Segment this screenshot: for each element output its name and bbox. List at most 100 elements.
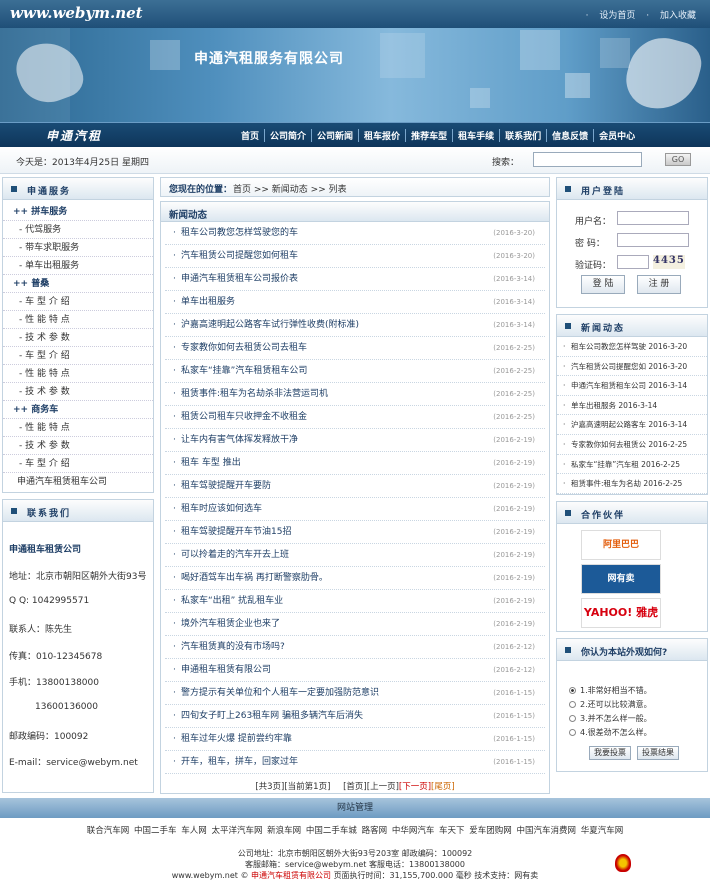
poll-option-4[interactable]: 4.很差劲不怎么样。: [569, 727, 652, 738]
page-last-link[interactable]: [尾页]: [431, 782, 455, 792]
search-input[interactable]: [533, 152, 642, 167]
friend-link[interactable]: 爱车团购网: [469, 826, 512, 836]
menu-item-specs[interactable]: - 技 术 参 数: [3, 437, 153, 455]
menu-item-driver[interactable]: - 代驾服务: [3, 221, 153, 239]
news-item[interactable]: · 租车过年火爆 提前尝约牢靠 (2016-1-15): [165, 728, 545, 751]
side-news-item[interactable]: · 专家教你如何去租赁公 2016-2-25: [557, 435, 707, 455]
friend-link[interactable]: 中国二手车: [134, 826, 177, 836]
webym-logo[interactable]: 网有卖 www.webym.net: [581, 564, 666, 612]
login-header: 用户登陆: [557, 178, 707, 200]
nav-member-center[interactable]: 会员中心: [594, 129, 640, 142]
menu-item-model-intro[interactable]: - 车 型 介 绍: [3, 347, 153, 365]
news-item[interactable]: · 租车 车型 推出 (2016-2-19): [165, 452, 545, 475]
menu-item-model-intro[interactable]: - 车 型 介 绍: [3, 455, 153, 473]
side-news-item[interactable]: · 私家车“挂靠”汽车租 2016-2-25: [557, 455, 707, 475]
news-item[interactable]: · 沪嘉高速明起公路客车试行弹性收费(附标准) (2016-3-14): [165, 314, 545, 337]
nav-rental-procedure[interactable]: 租车手续: [453, 129, 501, 142]
friend-link[interactable]: 联合汽车网: [87, 826, 130, 836]
news-item[interactable]: · 租车驾驶提醒开车要防 (2016-2-19): [165, 475, 545, 498]
friend-link[interactable]: 中国二手车城: [306, 826, 357, 836]
news-item[interactable]: · 租车时应该如何选车 (2016-2-19): [165, 498, 545, 521]
news-item[interactable]: · 租车驾驶提醒开车节油15招 (2016-2-19): [165, 521, 545, 544]
add-favorite-link[interactable]: · 加入收藏: [646, 11, 696, 21]
police-badge-icon[interactable]: [615, 854, 631, 872]
password-input[interactable]: [617, 233, 689, 247]
menu-item-single-car[interactable]: - 单车出租服务: [3, 257, 153, 275]
menu-item-performance[interactable]: - 性 能 特 点: [3, 365, 153, 383]
side-news-item[interactable]: · 租车公司教您怎样驾驶 2016-3-20: [557, 337, 707, 357]
side-news-item[interactable]: · 单车出租服务 2016-3-14: [557, 396, 707, 416]
friend-link[interactable]: 太平洋汽车网: [211, 826, 262, 836]
box-header-icon: [565, 510, 571, 516]
nav-rental-quote[interactable]: 租车报价: [359, 129, 407, 142]
news-item[interactable]: · 私家车“挂靠”汽车租赁租车公司 (2016-2-25): [165, 360, 545, 383]
radio-icon: [569, 701, 576, 708]
menu-item-company[interactable]: 申通汽车租赁租车公司: [3, 473, 153, 491]
breadcrumb-path[interactable]: 首页 >> 新闻动态 >> 列表: [233, 182, 347, 195]
vote-button[interactable]: 我要投票: [589, 746, 631, 760]
username-input[interactable]: [617, 211, 689, 225]
menu-cat-business[interactable]: ++ 商务车: [3, 401, 153, 419]
login-button[interactable]: 登 陆: [581, 275, 625, 294]
menu-item-specs[interactable]: - 技 术 参 数: [3, 329, 153, 347]
nav-contact[interactable]: 联系我们: [500, 129, 548, 142]
friend-link[interactable]: 中华网汽车: [392, 826, 435, 836]
side-news-item[interactable]: · 沪嘉高速明起公路客车 2016-3-14: [557, 415, 707, 435]
friend-link[interactable]: 中国汽车消费网: [516, 826, 576, 836]
nav-home[interactable]: 首页: [236, 129, 266, 142]
news-item[interactable]: · 租车公司教您怎样驾驶您的车 (2016-3-20): [165, 222, 545, 245]
side-news-item[interactable]: · 申通汽车租赁租车公司 2016-3-14: [557, 376, 707, 396]
news-item[interactable]: · 警方提示有关单位和个人租车一定要加强防范意识 (2016-1-15): [165, 682, 545, 705]
news-item[interactable]: · 租赁事件:租车为名劫杀非法营运司机 (2016-2-25): [165, 383, 545, 406]
friend-link[interactable]: 路客网: [362, 826, 388, 836]
alibaba-logo[interactable]: 阿里巴巴 Alibaba.com.cn: [581, 530, 661, 578]
menu-item-performance[interactable]: - 性 能 特 点: [3, 419, 153, 437]
news-item[interactable]: · 喝好酒驾车出车祸 再打断警察肋骨。 (2016-2-19): [165, 567, 545, 590]
news-item[interactable]: · 私家车“出租” 扰乱租车业 (2016-2-19): [165, 590, 545, 613]
nav-company-news[interactable]: 公司新闻: [312, 129, 360, 142]
news-item[interactable]: · 汽车租赁真的没有市场吗? (2016-2-12): [165, 636, 545, 659]
news-item[interactable]: · 汽车租赁公司提醒您如何租车 (2016-3-20): [165, 245, 545, 268]
news-item[interactable]: · 租赁公司租车只收押金不收租金 (2016-2-25): [165, 406, 545, 429]
friend-link[interactable]: 车天下: [439, 826, 465, 836]
poll-option-3[interactable]: 3.并不怎么样一般。: [569, 713, 652, 724]
news-item[interactable]: · 境外汽车租赁企业也来了 (2016-2-19): [165, 613, 545, 636]
friend-link[interactable]: 车人网: [181, 826, 207, 836]
yahoo-logo[interactable]: YAHOO! 雅虎: [581, 598, 661, 628]
nav-feedback[interactable]: 信息反馈: [547, 129, 595, 142]
menu-cat-santana[interactable]: ++ 普桑: [3, 275, 153, 293]
news-item[interactable]: · 开车，租车，拼车，回家过年 (2016-1-15): [165, 751, 545, 774]
search-go-button[interactable]: GO: [665, 153, 691, 166]
news-item[interactable]: · 可以拎着走的汽车开去上班 (2016-2-19): [165, 544, 545, 567]
news-item[interactable]: · 让车内有害气体挥发释放干净 (2016-2-19): [165, 429, 545, 452]
poll-option-1[interactable]: 1.非常好相当不错。: [569, 685, 652, 696]
set-home-link[interactable]: · 设为首页: [586, 11, 636, 21]
news-item[interactable]: · 专家教你如何去租赁公司去租车 (2016-2-25): [165, 337, 545, 360]
poll-result-button[interactable]: 投票结果: [637, 746, 679, 760]
menu-cat-carpool[interactable]: ++ 拼车服务: [3, 203, 153, 221]
page-prev-link[interactable]: [上一页]: [367, 782, 399, 792]
nav-recommended-models[interactable]: 推荐车型: [406, 129, 454, 142]
poll-option-2[interactable]: 2.还可以比较满意。: [569, 699, 652, 710]
page-next-link[interactable]: [下一页]: [399, 782, 431, 792]
menu-item-model-intro[interactable]: - 车 型 介 绍: [3, 293, 153, 311]
side-news-item[interactable]: · 汽车租赁公司提醒您如 2016-3-20: [557, 357, 707, 377]
news-item[interactable]: · 申通租车租赁有限公司 (2016-2-12): [165, 659, 545, 682]
box-header-icon: [11, 186, 17, 192]
nav-about[interactable]: 公司简介: [265, 129, 313, 142]
captcha-input[interactable]: [617, 255, 649, 269]
news-item[interactable]: · 单车出租服务 (2016-3-14): [165, 291, 545, 314]
register-button[interactable]: 注 册: [637, 275, 681, 294]
menu-item-specs[interactable]: - 技 术 参 数: [3, 383, 153, 401]
password-label: 密 码：: [575, 239, 605, 249]
side-news-item[interactable]: · 租赁事件:租车为名劫 2016-2-25: [557, 474, 707, 494]
footer-heading[interactable]: 网站管理: [0, 798, 710, 818]
friend-link[interactable]: 华夏汽车网: [581, 826, 624, 836]
friend-link[interactable]: 新浪车网: [267, 826, 301, 836]
menu-item-job[interactable]: - 带车求职服务: [3, 239, 153, 257]
menu-item-performance[interactable]: - 性 能 特 点: [3, 311, 153, 329]
news-item[interactable]: · 申通汽车租赁租车公司报价表 (2016-3-14): [165, 268, 545, 291]
news-item[interactable]: · 四旬女子盯上263租车网 骗租多辆汽车后消失 (2016-1-15): [165, 705, 545, 728]
page-first-link[interactable]: [首页]: [343, 782, 367, 792]
site-logo[interactable]: www.webym.net: [10, 4, 143, 22]
